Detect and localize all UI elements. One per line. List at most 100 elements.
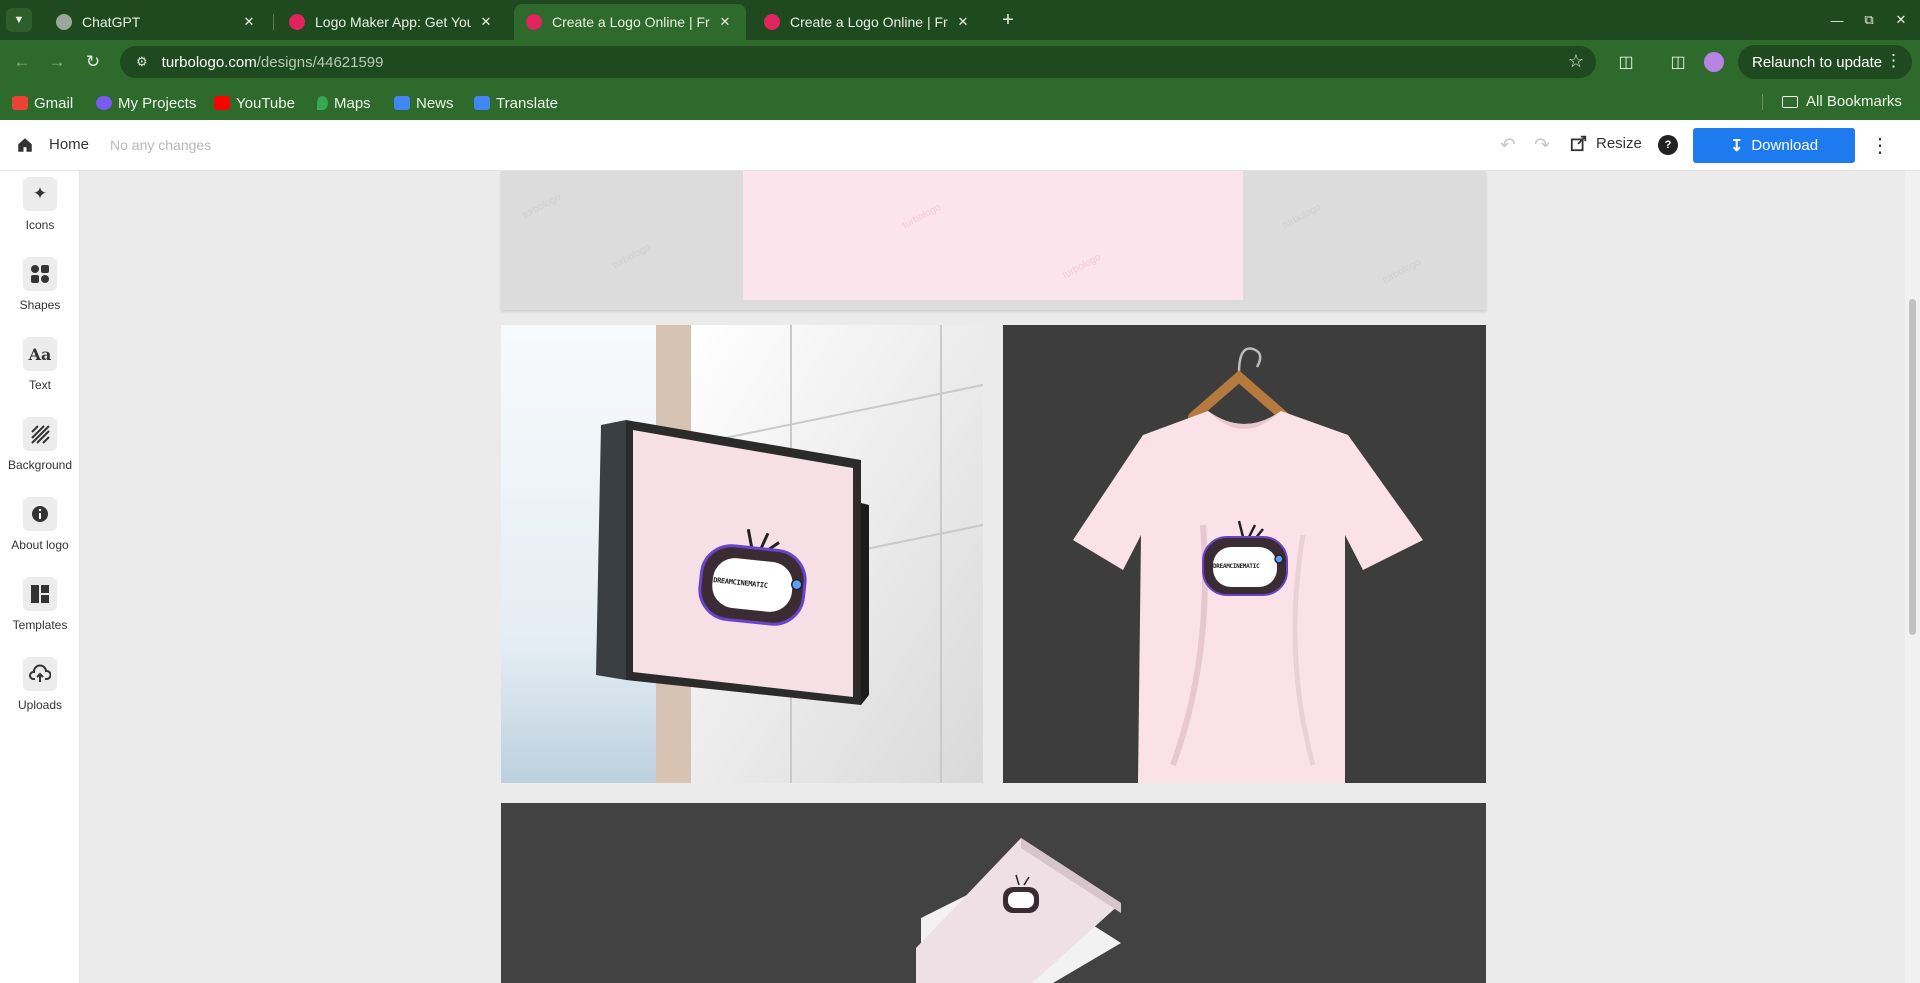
profile-avatar[interactable]	[1704, 52, 1724, 72]
sidebar-item-icons[interactable]: ✦ Icons	[0, 171, 80, 241]
canvas-scrollbar[interactable]	[1905, 171, 1920, 983]
download-label: Download	[1751, 137, 1819, 154]
sidebar-item-label: Shapes	[19, 298, 61, 312]
maps-pin-icon	[317, 96, 328, 110]
forward-button[interactable]: →	[43, 48, 71, 76]
home-icon[interactable]	[16, 136, 34, 154]
site-settings-icon[interactable]: ⚙	[136, 54, 148, 70]
close-window-button[interactable]: ✕	[1884, 8, 1918, 32]
scrollbar-thumb[interactable]	[1909, 299, 1916, 635]
side-panel-icon: ◫	[1670, 54, 1686, 71]
save-status: No any changes	[110, 137, 212, 153]
more-vert-icon: ⋮	[1870, 134, 1890, 157]
bookmark-youtube[interactable]: YouTube	[214, 93, 295, 113]
close-icon[interactable]: ✕	[477, 14, 495, 30]
help-icon: ?	[1664, 139, 1672, 151]
mockup-business-cards[interactable]	[501, 803, 1486, 983]
plus-icon: +	[1002, 8, 1014, 31]
mockup-preview-area: turbologo turbologo turbologo turbologo …	[80, 171, 1905, 983]
close-icon[interactable]: ✕	[954, 14, 972, 30]
business-cards-illustration	[501, 803, 1486, 983]
download-button[interactable]: ↧ Download	[1693, 128, 1855, 163]
more-options-button[interactable]: ⋮	[1870, 133, 1890, 157]
sidebar-item-label: Text	[28, 378, 51, 392]
tab-create-logo-active[interactable]: Create a Logo Online | Fre ✕	[514, 4, 746, 40]
upload-icon	[23, 657, 57, 691]
watermark: turbologo	[520, 191, 563, 222]
redo-button[interactable]: ↷	[1530, 133, 1554, 157]
close-icon: ✕	[1895, 12, 1907, 27]
sidebar-item-shapes[interactable]: Shapes	[0, 251, 80, 321]
minimize-button[interactable]: —	[1820, 8, 1854, 32]
mockup-tshirt[interactable]: DREAMCINEMATIC	[1003, 325, 1486, 783]
undo-button[interactable]: ↶	[1496, 133, 1520, 157]
resize-button[interactable]: Resize	[1570, 134, 1642, 152]
logo-background-swatch	[743, 171, 1243, 300]
home-link[interactable]: Home	[49, 136, 89, 153]
reload-button[interactable]: ↻	[79, 48, 107, 76]
chatgpt-favicon-icon	[56, 14, 72, 30]
bookmark-star-icon[interactable]: ☆	[1568, 51, 1584, 72]
templates-icon	[23, 577, 57, 611]
restore-icon: ⧉	[1864, 12, 1874, 27]
tab-title: ChatGPT	[82, 14, 141, 30]
download-icon: ↧	[1729, 137, 1744, 155]
signboard-illustration	[501, 325, 983, 783]
bookmark-translate[interactable]: Translate	[474, 93, 558, 113]
side-panel-button[interactable]: ◫	[1664, 48, 1692, 76]
sidebar-item-uploads[interactable]: Uploads	[0, 651, 80, 721]
resize-icon	[1570, 135, 1587, 152]
tab-title: Create a Logo Online | Fre	[552, 14, 710, 30]
sidebar-item-label: Uploads	[17, 698, 63, 712]
info-icon	[23, 497, 57, 531]
relaunch-button[interactable]: Relaunch to update ⋮	[1738, 45, 1912, 79]
url-path: /designs/44621599	[256, 53, 384, 71]
extensions-button[interactable]: ◫	[1612, 48, 1640, 76]
sidebar-item-label: About logo	[11, 538, 69, 552]
bookmark-maps[interactable]: Maps	[317, 93, 371, 113]
bookmark-gmail[interactable]: Gmail	[12, 93, 73, 113]
tshirt-illustration	[1003, 325, 1486, 783]
bookmarks-divider	[1762, 94, 1763, 110]
editor-header: Home No any changes ↶ ↷ Resize ? ↧ Downl…	[0, 120, 1920, 171]
background-icon	[23, 417, 57, 451]
bookmark-label: YouTube	[236, 94, 295, 112]
tab-search-button[interactable]: ▼	[6, 8, 32, 32]
minimize-icon: —	[1830, 12, 1844, 28]
tab-logo-maker[interactable]: Logo Maker App: Get Your ✕	[277, 4, 507, 40]
sidebar-item-label: Templates	[12, 618, 68, 632]
sidebar-item-templates[interactable]: Templates	[0, 571, 80, 641]
close-icon[interactable]: ✕	[716, 14, 734, 30]
text-icon: Aa	[23, 337, 57, 371]
turbologo-favicon-icon	[764, 14, 780, 30]
arrow-right-icon: →	[48, 52, 66, 71]
address-bar[interactable]: ⚙ turbologo.com/designs/44621599 ☆	[120, 46, 1596, 78]
bookmark-label: News	[416, 94, 454, 112]
tab-title: Logo Maker App: Get Your	[315, 14, 471, 30]
resize-label: Resize	[1596, 134, 1642, 152]
puzzle-icon: ◫	[1618, 54, 1634, 71]
tab-create-logo[interactable]: Create a Logo Online | Fre ✕	[752, 4, 984, 40]
watermark: turbologo	[1280, 201, 1323, 232]
mockup-signboard[interactable]: DREAMCINEMATIC	[501, 325, 983, 783]
restore-button[interactable]: ⧉	[1852, 8, 1886, 32]
watermark: turbologo	[610, 241, 653, 272]
sidebar-item-text[interactable]: Aa Text	[0, 331, 80, 401]
sidebar-item-background[interactable]: Background	[0, 411, 80, 481]
bookmark-label: Gmail	[34, 94, 74, 112]
undo-icon: ↶	[1500, 134, 1516, 156]
help-button[interactable]: ?	[1658, 135, 1678, 155]
sidebar-item-about-logo[interactable]: About logo	[0, 491, 80, 561]
turbologo-favicon-icon	[526, 14, 542, 30]
shapes-icon	[23, 257, 57, 291]
bookmark-my-projects[interactable]: My Projects	[96, 93, 196, 113]
tab-title: Create a Logo Online | Fre	[790, 14, 948, 30]
tab-chatgpt[interactable]: ChatGPT ✕	[44, 4, 270, 40]
bookmark-news[interactable]: News	[394, 93, 454, 113]
all-bookmarks-button[interactable]: All Bookmarks	[1782, 93, 1902, 110]
back-button[interactable]: ←	[8, 48, 36, 76]
close-icon[interactable]: ✕	[240, 14, 258, 30]
sidebar-item-label: Icons	[25, 218, 55, 232]
new-tab-button[interactable]: +	[994, 6, 1022, 34]
bookmark-label: My Projects	[118, 94, 197, 112]
